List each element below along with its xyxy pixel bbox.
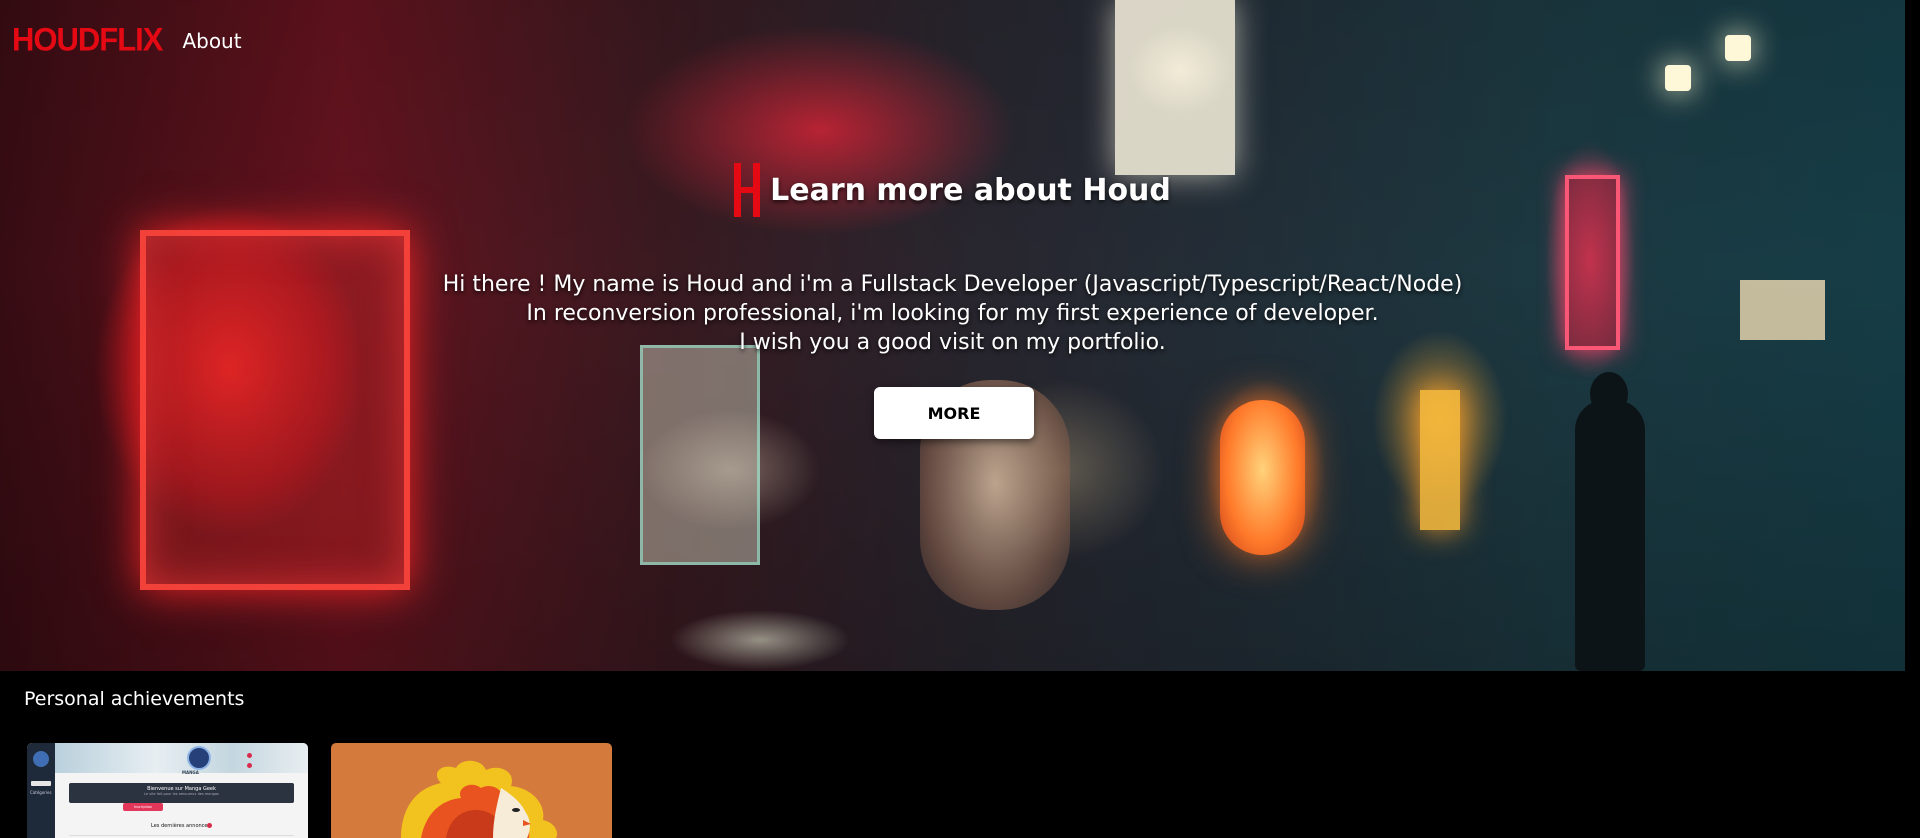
- hero-title: Learn more about Houd: [0, 163, 1905, 217]
- thumbnail-banner: MANGA: [55, 743, 308, 775]
- hero-title-text: Learn more about Houd: [770, 172, 1171, 208]
- thumbnail-welcome-panel: Bienvenue sur Manga Geek Le site fait po…: [69, 783, 294, 803]
- thumbnail-cta: Inscription: [123, 803, 163, 811]
- nav-about-link[interactable]: About: [182, 29, 241, 53]
- thumbnail-emblem-label: MANGA: [182, 770, 199, 775]
- hero-description-line: Hi there ! My name is Houd and i'm a Ful…: [442, 272, 1463, 297]
- achievement-card[interactable]: [331, 743, 612, 838]
- thumbnail-logo-icon: [33, 751, 49, 767]
- thumbnail-divider: [69, 835, 294, 836]
- thumbnail-latest-label: Les dernières annonces: [151, 823, 211, 829]
- neon-sign-decoration: [1420, 390, 1460, 530]
- h-logo-icon: [734, 163, 761, 217]
- more-button[interactable]: MORE: [874, 387, 1034, 439]
- board-decoration: [640, 345, 760, 565]
- thumbnail-search: [31, 781, 51, 786]
- hero-description-line: In reconversion professional, i'm lookin…: [526, 301, 1379, 326]
- status-dot-icon: [247, 763, 252, 768]
- thumbnail-sidebar-label: Catégories: [30, 790, 52, 795]
- status-dot-icon: [207, 823, 212, 828]
- page: HOUDFLIX About Learn more about Houd Hi …: [0, 0, 1920, 838]
- hero-description-line: I wish you a good visit on my portfolio.: [739, 330, 1166, 355]
- thumbnail-sidebar: Catégories: [27, 743, 55, 838]
- achievement-card[interactable]: Catégories MANGA Bienvenue sur Manga Gee…: [27, 743, 308, 838]
- flame-lion-illustration: [401, 760, 558, 838]
- manga-emblem-icon: [187, 746, 211, 770]
- top-nav: HOUDFLIX About: [0, 0, 1905, 80]
- achievements-title: Personal achievements: [24, 688, 245, 710]
- person-silhouette: [1575, 400, 1645, 671]
- lantern-decoration: [1220, 400, 1305, 555]
- houdflix-logo[interactable]: HOUDFLIX: [12, 21, 163, 59]
- thumbnail-welcome-subtitle: Le site fait pour les amoureux des manga…: [144, 792, 219, 796]
- status-dot-icon: [247, 753, 252, 758]
- hero-description: Hi there ! My name is Houd and i'm a Ful…: [0, 270, 1905, 357]
